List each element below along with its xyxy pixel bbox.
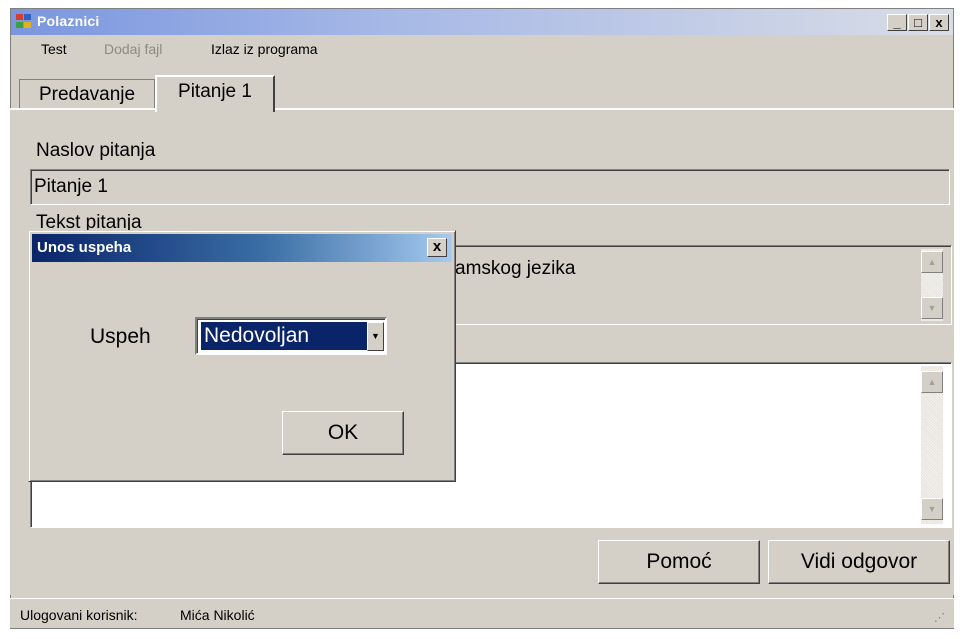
maximize-button[interactable]: □	[908, 14, 928, 31]
scroll-up-icon[interactable]: ▲	[921, 251, 943, 273]
tab-predavanje[interactable]: Predavanje	[19, 79, 155, 109]
window-title: Polaznici	[37, 13, 100, 29]
success-combobox[interactable]: Nedovoljan ▼	[195, 317, 387, 355]
scroll-up-icon[interactable]: ▲	[921, 371, 943, 393]
text-label-clip: Tekst pitanja	[36, 212, 236, 230]
menu-izlaz[interactable]: Izlaz iz programa	[211, 41, 318, 57]
title-bar[interactable]: Polaznici _ □ x	[11, 9, 953, 35]
chevron-down-icon[interactable]: ▼	[367, 322, 384, 351]
status-bar: Ulogovani korisnik: Mića Nikolić ⋰	[10, 598, 954, 628]
text-label: Tekst pitanja	[36, 212, 142, 230]
dialog-close-button[interactable]: x	[427, 238, 447, 257]
tab-label: Pitanje 1	[178, 81, 252, 102]
tab-pitanje-1[interactable]: Pitanje 1	[155, 75, 275, 112]
answer-scrollbar[interactable]: ▲ ▼	[921, 366, 943, 524]
minimize-button[interactable]: _	[887, 14, 907, 31]
status-label: Ulogovani korisnik:	[20, 607, 138, 623]
success-dialog: Unos uspeha x Uspeh Nedovoljan ▼ OK	[28, 230, 456, 482]
title-label: Naslov pitanja	[36, 140, 156, 161]
dialog-title-bar[interactable]: Unos uspeha x	[32, 234, 452, 262]
menu-test[interactable]: Test	[41, 41, 67, 57]
scroll-down-icon[interactable]: ▼	[921, 498, 943, 520]
menu-dodaj-fajl[interactable]: Dodaj fajl	[104, 41, 162, 57]
success-label: Uspeh	[90, 325, 151, 348]
close-button[interactable]: x	[929, 14, 949, 31]
menu-bar: Test Dodaj fajl Izlaz iz programa	[11, 36, 953, 62]
scroll-down-icon[interactable]: ▼	[921, 297, 943, 319]
combobox-selected-value[interactable]: Nedovoljan	[201, 322, 367, 350]
question-scrollbar[interactable]: ▲ ▼	[921, 249, 943, 321]
resize-grip-icon[interactable]: ⋰	[934, 611, 945, 624]
app-icon	[16, 14, 32, 29]
question-text-value: amskog jezika	[455, 258, 576, 279]
ok-button[interactable]: OK	[282, 411, 404, 455]
title-field-value: Pitanje 1	[34, 176, 108, 197]
tab-label: Predavanje	[38, 84, 136, 105]
status-user: Mića Nikolić	[180, 607, 255, 623]
title-field[interactable]: Pitanje 1	[30, 169, 950, 205]
dialog-title: Unos uspeha	[37, 239, 132, 256]
help-button[interactable]: Pomoć	[598, 540, 760, 584]
view-answer-button[interactable]: Vidi odgovor	[768, 540, 950, 584]
